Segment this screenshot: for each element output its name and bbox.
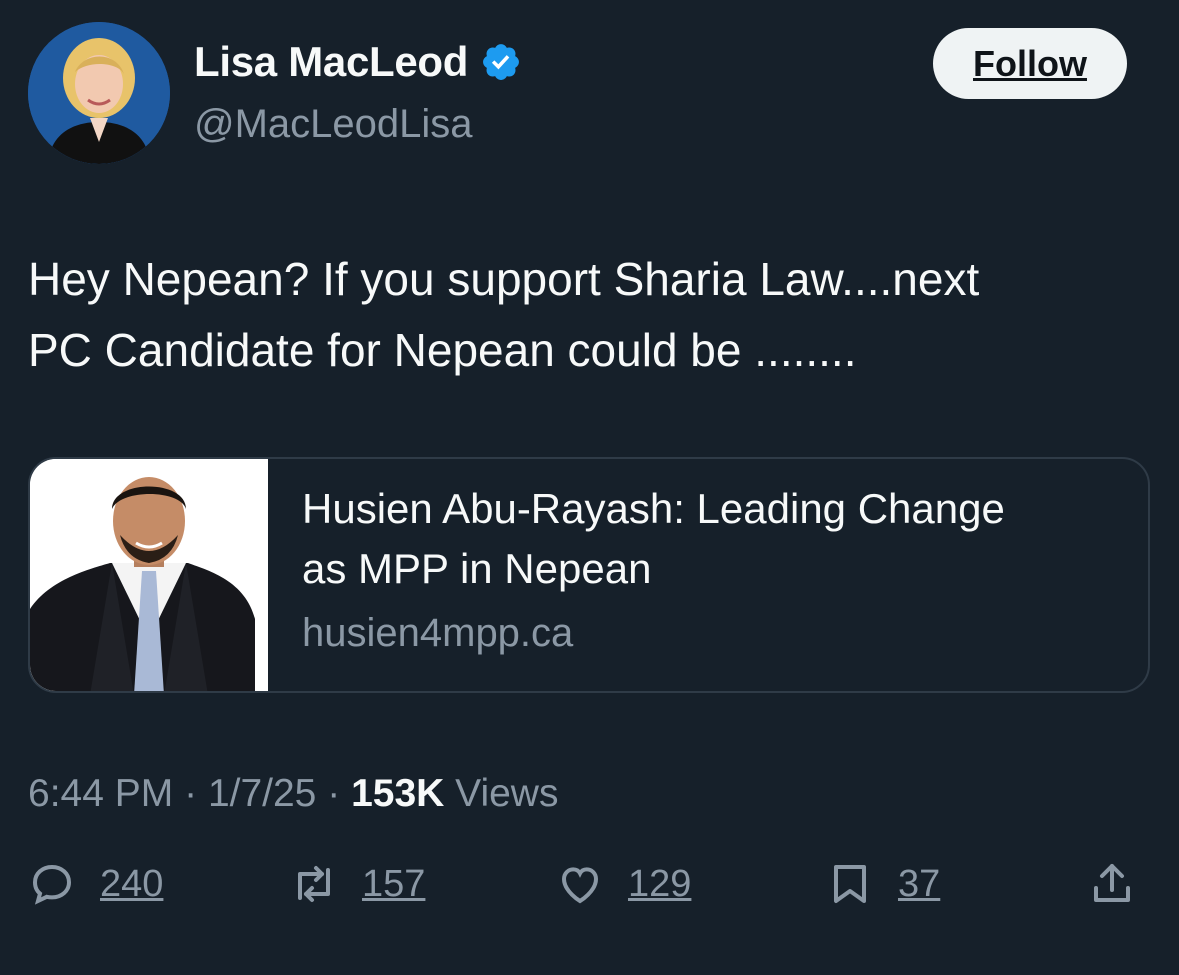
views-label: Views bbox=[455, 772, 559, 815]
reply-icon bbox=[32, 864, 72, 905]
author-avatar[interactable] bbox=[28, 22, 170, 164]
card-title-line: Husien Abu-Rayash: Leading Change bbox=[302, 485, 1005, 532]
share-icon bbox=[1094, 864, 1130, 902]
meta-separator: · bbox=[184, 772, 198, 815]
action-bar: 240 157 129 37 bbox=[0, 860, 1179, 940]
share-button[interactable] bbox=[1088, 860, 1136, 908]
tweet-text: Hey Nepean? If you support Sharia Law...… bbox=[28, 244, 1158, 386]
repost-count[interactable]: 157 bbox=[362, 863, 425, 906]
card-title-line: as MPP in Nepean bbox=[302, 545, 652, 592]
repost-button[interactable]: 157 bbox=[290, 860, 425, 908]
author-handle[interactable]: @MacLeodLisa bbox=[194, 102, 473, 147]
heart-icon bbox=[561, 867, 599, 904]
verified-badge-icon bbox=[483, 44, 520, 80]
like-button[interactable]: 129 bbox=[556, 860, 691, 908]
card-title: Husien Abu-Rayash: Leading Change as MPP… bbox=[302, 479, 1122, 599]
author-name-row: Lisa MacLeod bbox=[194, 38, 522, 86]
tweet-meta: 6:44 PM · 1/7/25 · 153K Views bbox=[28, 772, 558, 816]
tweet-text-line: PC Candidate for Nepean could be .......… bbox=[28, 324, 857, 376]
like-count[interactable]: 129 bbox=[628, 863, 691, 906]
follow-button[interactable]: Follow bbox=[933, 28, 1127, 99]
views-count: 153K bbox=[351, 772, 445, 815]
bookmark-count[interactable]: 37 bbox=[898, 863, 940, 906]
reply-button[interactable]: 240 bbox=[28, 860, 163, 908]
card-thumbnail bbox=[30, 459, 268, 691]
card-domain: husien4mpp.ca bbox=[302, 611, 574, 655]
bookmark-icon bbox=[834, 865, 866, 903]
reply-count[interactable]: 240 bbox=[100, 863, 163, 906]
profile-photo-icon bbox=[28, 22, 170, 164]
tweet-time[interactable]: 6:44 PM bbox=[28, 772, 173, 815]
tweet-text-line: Hey Nepean? If you support Sharia Law...… bbox=[28, 253, 980, 305]
meta-separator: · bbox=[327, 772, 341, 815]
link-preview-card[interactable]: Husien Abu-Rayash: Leading Change as MPP… bbox=[28, 457, 1150, 693]
bookmark-button[interactable]: 37 bbox=[826, 860, 940, 908]
candidate-photo-icon bbox=[30, 459, 268, 691]
repost-icon bbox=[298, 866, 330, 902]
author-display-name[interactable]: Lisa MacLeod bbox=[194, 38, 468, 86]
tweet-date[interactable]: 1/7/25 bbox=[208, 772, 316, 815]
